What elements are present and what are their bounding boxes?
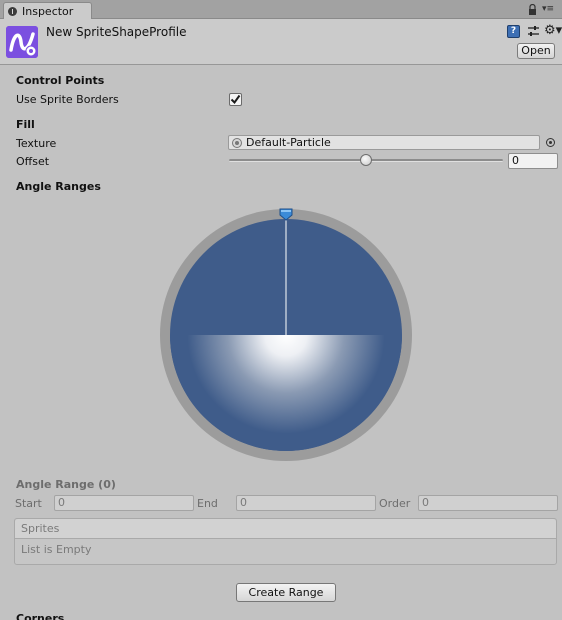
lock-icon[interactable] xyxy=(528,4,537,15)
start-input[interactable]: 0 xyxy=(54,495,194,511)
inspector-tab-icon xyxy=(8,6,17,16)
inspector-header: New SpriteShapeProfile ? ⚙▾ Open xyxy=(0,19,562,65)
corners-heading: Corners xyxy=(16,612,65,620)
use-sprite-borders-checkbox[interactable] xyxy=(229,93,242,106)
order-input[interactable]: 0 xyxy=(418,495,558,511)
help-icon[interactable]: ? xyxy=(507,25,520,38)
control-points-heading: Control Points xyxy=(16,74,105,87)
create-range-button[interactable]: Create Range xyxy=(236,583,336,602)
fill-heading: Fill xyxy=(16,118,35,131)
preset-icon[interactable] xyxy=(527,25,540,38)
order-label: Order xyxy=(379,497,411,510)
tab-bar: Inspector ▾≡ xyxy=(0,0,562,19)
sprites-list-header: Sprites xyxy=(15,519,556,539)
texture-value: Default-Particle xyxy=(246,136,331,149)
texture-label: Texture xyxy=(16,137,57,150)
settings-icon[interactable]: ⚙▾ xyxy=(544,24,562,38)
angle-range-title: Angle Range (0) xyxy=(16,478,116,491)
offset-label: Offset xyxy=(16,155,50,168)
texture-object-field[interactable]: Default-Particle xyxy=(228,135,540,150)
end-label: End xyxy=(197,497,218,510)
tab-menu-icon[interactable]: ▾≡ xyxy=(542,4,556,14)
start-label: Start xyxy=(15,497,42,510)
sprite-shape-profile-icon xyxy=(6,26,38,58)
tab-label: Inspector xyxy=(22,4,74,18)
end-input[interactable]: 0 xyxy=(236,495,376,511)
sprites-list: Sprites List is Empty xyxy=(14,518,557,565)
offset-input[interactable]: 0 xyxy=(508,153,558,169)
offset-slider-thumb[interactable] xyxy=(360,154,372,166)
tab-inspector[interactable]: Inspector xyxy=(3,2,92,19)
angle-ranges-heading: Angle Ranges xyxy=(16,180,101,193)
use-sprite-borders-label: Use Sprite Borders xyxy=(16,93,119,106)
angle-wheel-lower-glow xyxy=(170,335,402,451)
angle-range-wheel[interactable] xyxy=(159,206,413,462)
sprites-list-empty-text: List is Empty xyxy=(21,543,92,556)
open-button[interactable]: Open xyxy=(517,43,555,59)
texture-object-icon xyxy=(232,137,242,148)
asset-title: New SpriteShapeProfile xyxy=(46,25,187,39)
texture-picker-icon[interactable] xyxy=(546,138,555,147)
checkmark-icon xyxy=(230,94,241,105)
